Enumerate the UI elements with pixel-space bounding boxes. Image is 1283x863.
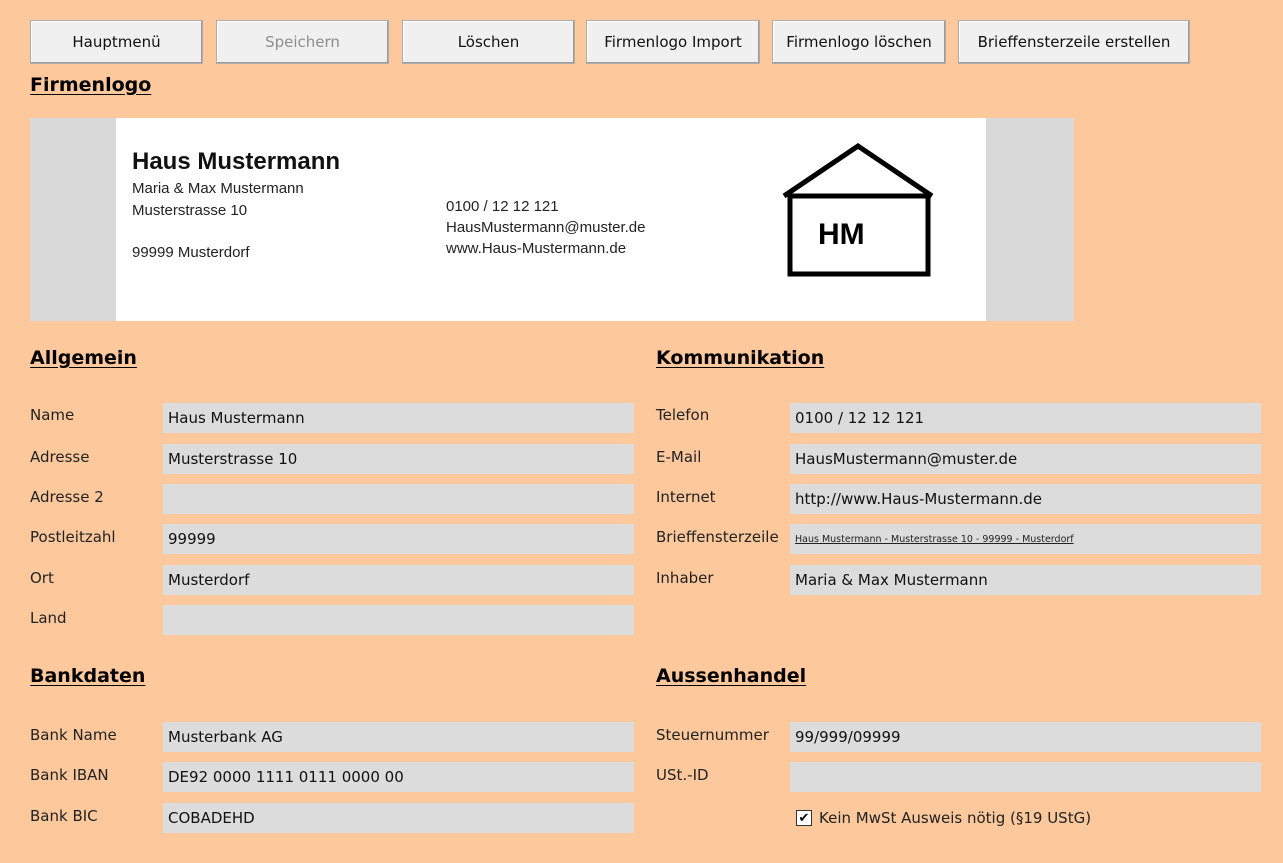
bank-section-title: Bankdaten — [30, 665, 146, 687]
logo-company-name: Haus Mustermann — [132, 148, 341, 175]
logo-delete-button[interactable]: Firmenlogo löschen — [772, 20, 946, 64]
country-label: Land — [30, 609, 67, 627]
email-field[interactable]: HausMustermann@muster.de — [790, 444, 1261, 474]
bank-bic-label: Bank BIC — [30, 807, 98, 825]
name-field[interactable]: Haus Mustermann — [163, 403, 634, 433]
owner-field[interactable]: Maria & Max Mustermann — [790, 565, 1261, 595]
main-menu-button[interactable]: Hauptmenü — [30, 20, 203, 64]
address2-field[interactable] — [163, 484, 634, 514]
bank-name-label: Bank Name — [30, 726, 117, 744]
logo-phone: 0100 / 12 12 121 — [446, 198, 559, 215]
email-label: E-Mail — [656, 448, 702, 466]
postal-code-label: Postleitzahl — [30, 528, 116, 546]
bank-iban-label: Bank IBAN — [30, 766, 109, 784]
letter-window-line-label: Brieffensterzeile — [656, 528, 779, 546]
address-label: Adresse — [30, 448, 90, 466]
no-vat-checkbox[interactable]: ✔ — [796, 810, 812, 826]
bank-bic-field[interactable]: COBADEHD — [163, 803, 634, 833]
logo-section-title: Firmenlogo — [30, 74, 152, 96]
name-label: Name — [30, 406, 75, 424]
save-button[interactable]: Speichern — [216, 20, 389, 64]
vat-id-field[interactable] — [790, 762, 1261, 792]
logo-web: www.Haus-Mustermann.de — [446, 240, 627, 257]
foreign-trade-section-title: Aussenhandel — [656, 665, 807, 687]
phone-label: Telefon — [656, 406, 710, 424]
company-logo-image: Haus Mustermann Maria & Max Mustermann M… — [116, 118, 986, 321]
address2-label: Adresse 2 — [30, 488, 104, 506]
letter-window-line-field[interactable]: Haus Mustermann - Musterstrasse 10 - 999… — [790, 524, 1261, 554]
address-field[interactable]: Musterstrasse 10 — [163, 444, 634, 474]
internet-label: Internet — [656, 488, 716, 506]
logo-owners: Maria & Max Mustermann — [132, 180, 304, 197]
general-section-title: Allgemein — [30, 347, 137, 369]
city-label: Ort — [30, 569, 54, 587]
create-letter-window-line-button[interactable]: Brieffensterzeile erstellen — [958, 20, 1190, 64]
logo-city: 99999 Musterdorf — [132, 244, 250, 261]
owner-label: Inhaber — [656, 569, 714, 587]
tax-number-label: Steuernummer — [656, 726, 769, 744]
vat-id-label: USt.-ID — [656, 766, 709, 784]
bank-iban-field[interactable]: DE92 0000 1111 0111 0000 00 — [163, 762, 634, 792]
city-field[interactable]: Musterdorf — [163, 565, 634, 595]
logo-emblem-text: HM — [818, 218, 865, 251]
country-field[interactable] — [163, 605, 634, 635]
logo-street: Musterstrasse 10 — [132, 202, 248, 219]
checkmark-icon: ✔ — [798, 810, 810, 825]
postal-code-field[interactable]: 99999 — [163, 524, 634, 554]
logo-email: HausMustermann@muster.de — [446, 219, 646, 236]
communication-section-title: Kommunikation — [656, 347, 825, 369]
no-vat-checkbox-label[interactable]: Kein MwSt Ausweis nötig (§19 UStG) — [819, 809, 1091, 827]
phone-field[interactable]: 0100 / 12 12 121 — [790, 403, 1261, 433]
delete-button[interactable]: Löschen — [402, 20, 575, 64]
bank-name-field[interactable]: Musterbank AG — [163, 722, 634, 752]
house-emblem-icon — [782, 142, 934, 277]
internet-field[interactable]: http://www.Haus-Mustermann.de — [790, 484, 1261, 514]
logo-import-button[interactable]: Firmenlogo Import — [586, 20, 760, 64]
tax-number-field[interactable]: 99/999/09999 — [790, 722, 1261, 752]
